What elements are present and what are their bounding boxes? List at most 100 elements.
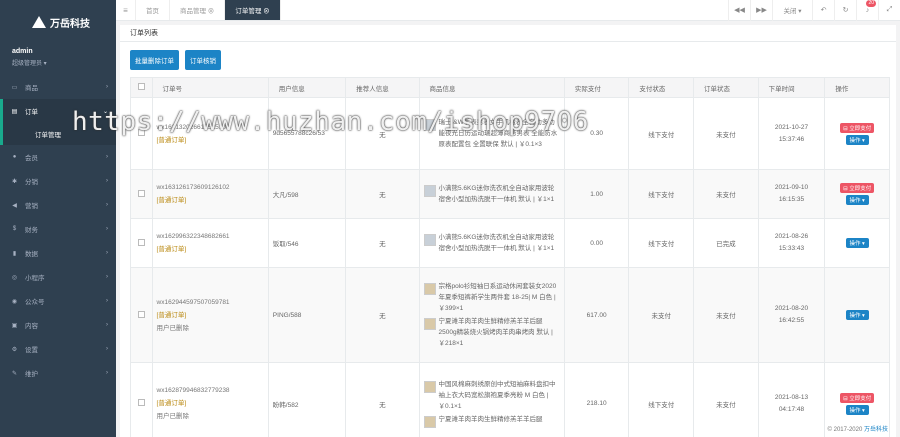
referrer-cell: 无 xyxy=(345,267,420,363)
date-cell: 2021-08-13 04:17:48 xyxy=(757,362,826,437)
col-order-no: 订单号 xyxy=(151,77,269,98)
close-tabs-button[interactable]: 关闭 ▾ xyxy=(772,0,812,21)
back-icon[interactable]: ↶ xyxy=(812,0,834,21)
referrer-cell: 无 xyxy=(345,97,420,170)
col-actions: 操作 xyxy=(824,77,890,98)
pay-now-button[interactable]: ⊟ 立即支付 xyxy=(840,392,875,403)
goods-text: 宁夏滩羊肉羊肉生鲜精修羔羊羊后腿2500g精装烧火锅烤肉羊肉串烤肉 默认 | ￥… xyxy=(438,318,553,347)
refresh-icon[interactable]: ↻ xyxy=(834,0,856,21)
goods-thumbnail xyxy=(423,318,436,330)
pay-now-button[interactable]: ⊟ 立即支付 xyxy=(840,183,875,193)
goods-item[interactable]: 小满熊5.6KG迷你洗衣机全自动家用波轮宿舍小型加热洗脱干一体机 默认 | ￥1… xyxy=(423,183,560,205)
wechat-icon: ◉ xyxy=(11,298,18,305)
sidebar-item-0[interactable]: ▭ 商品 › xyxy=(0,75,116,99)
batch-delete-button[interactable]: 批量删除订单 xyxy=(130,50,179,70)
fullscreen-icon[interactable]: ⤢ xyxy=(878,0,900,21)
select-all-checkbox[interactable] xyxy=(130,77,153,98)
goods-text: 宁夏滩羊肉羊肉生鲜精修羔羊羊后腿 xyxy=(438,416,543,423)
order-note: 用户已删除 xyxy=(156,324,190,332)
col-amount: 实际支付 xyxy=(563,77,630,98)
sidebar-item-2[interactable]: ● 会员 › xyxy=(0,145,116,169)
table-row[interactable]: wx162944597507059781 [普通订单] 用户已删除 PING/588 无… xyxy=(130,267,890,363)
col-user: 用户信息 xyxy=(267,77,347,98)
menu-toggle-icon[interactable]: ≡ xyxy=(116,0,136,20)
date-cell: 2021-08-26 15:33:43 xyxy=(757,218,826,268)
sidebar-item-label: 财务 xyxy=(25,227,38,234)
sidebar-item-6[interactable]: ▮ 数据 › xyxy=(0,241,116,265)
sidebar-item-10[interactable]: ⚙ 设置 › xyxy=(0,337,116,361)
amount-cell: 617.00 xyxy=(563,267,630,363)
sidebar-item-8[interactable]: ◉ 公众号 › xyxy=(0,289,116,313)
sidebar-item-9[interactable]: ▣ 内容 › xyxy=(0,313,116,337)
page-title: 订单列表 xyxy=(120,25,896,42)
pay-status-cell: 线下支付 xyxy=(628,218,695,268)
row-checkbox[interactable] xyxy=(130,169,153,219)
goods-item[interactable]: 中国风棉麻刺绣原创中式短袖麻料盘扣中袖上衣大码宽松旗袍夏季亮粉 M 白色 | ￥… xyxy=(423,379,560,412)
table-row[interactable]: wx163132026612525100 [普通订单] 9d5655788c26/5… xyxy=(130,97,890,170)
chevron-right-icon: › xyxy=(106,370,108,376)
share-icon: ✱ xyxy=(11,178,18,185)
notification-icon[interactable]: ♪ 20 xyxy=(856,0,878,21)
date-cell: 2021-10-27 15:37:46 xyxy=(757,97,826,170)
user-cell: 饭取/546 xyxy=(267,218,347,268)
brand-name: 万岳科技 xyxy=(50,18,90,30)
table-row[interactable]: wx162879946832779238 [普通订单] 用户已删除 盼韩/582 无中国… xyxy=(130,362,890,437)
user-profile[interactable]: admin 超级管理员 ▾ xyxy=(0,44,116,75)
top-bar: ≡ 首页 商品管理 ⊗ 订单管理 ⊗ ◀◀ ▶▶ 关闭 ▾ ↶ ↻ ♪ 20 ⤢ xyxy=(116,0,900,21)
sidebar-item-label: 订单 xyxy=(25,109,38,116)
col-order-status: 订单状态 xyxy=(693,77,759,98)
sidebar-item-3[interactable]: ✱ 分销 › xyxy=(0,169,116,193)
goods-item[interactable]: 宁夏滩羊肉羊肉生鲜精修羔羊羊后腿 xyxy=(423,414,560,428)
user-role[interactable]: 超级管理员 ▾ xyxy=(12,58,104,67)
order-status-cell: 未支付 xyxy=(693,362,759,437)
row-checkbox[interactable] xyxy=(130,97,153,170)
goods-item[interactable]: 瑞士I&W手表男表女手机械表全自动多功能夜光日历运动瑞超薄商务男表 全能防水原表… xyxy=(423,117,560,150)
tab-goods[interactable]: 商品管理 ⊗ xyxy=(170,0,226,20)
order-no-cell: wx162879946832779238 [普通订单] 用户已删除 xyxy=(151,362,269,437)
goods-text: 中国风棉麻刺绣原创中式短袖麻料盘扣中袖上衣大码宽松旗袍夏季亮粉 M 白色 | ￥… xyxy=(438,381,556,410)
goods-item[interactable]: 小满熊5.6KG迷你洗衣机全自动家用波轮宿舍小型加热洗脱干一体机 默认 | ￥1… xyxy=(423,232,560,254)
monitor-icon: ▭ xyxy=(11,84,18,91)
footer-brand[interactable]: 万岳科技 xyxy=(864,427,888,433)
pay-now-button[interactable]: ⊟ 立即支付 xyxy=(840,122,875,133)
sidebar-item-7[interactable]: ◎ 小程序 › xyxy=(0,265,116,289)
operate-dropdown-button[interactable]: 操作 ▾ xyxy=(845,134,869,145)
goods-cell: 瑞士I&W手表男表女手机械表全自动多功能夜光日历运动瑞超薄商务男表 全能防水原表… xyxy=(418,97,565,170)
chevron-right-icon: › xyxy=(106,226,108,232)
col-pay-status: 支付状态 xyxy=(628,77,695,98)
operate-dropdown-button[interactable]: 操作 ▾ xyxy=(845,310,869,320)
table-row[interactable]: wx162996322348682661 [普通订单] 饭取/546 无小满熊5.6K… xyxy=(130,218,890,268)
operate-dropdown-button[interactable]: 操作 ▾ xyxy=(845,195,869,205)
col-goods: 商品信息 xyxy=(418,77,565,98)
date-cell: 2021-08-20 16:42:55 xyxy=(757,267,826,363)
order-type: [普通订单] xyxy=(156,400,187,407)
table-row[interactable]: wx163126173609126102 [普通订单] 大凡/598 无小满熊5.6K… xyxy=(130,169,890,219)
row-checkbox[interactable] xyxy=(130,362,153,437)
row-checkbox[interactable] xyxy=(130,267,153,363)
goods-item[interactable]: 宁夏滩羊肉羊肉生鲜精修羔羊羊后腿2500g精装烧火锅烤肉羊肉串烤肉 默认 | ￥… xyxy=(423,316,560,349)
sidebar-item-4[interactable]: ◀ 营销 › xyxy=(0,193,116,217)
user-cell: 9d5655788c26/53 xyxy=(267,97,347,170)
scroll-left-icon[interactable]: ◀◀ xyxy=(728,0,750,21)
row-checkbox[interactable] xyxy=(130,218,153,268)
referrer-cell: 无 xyxy=(345,169,420,219)
logo-icon xyxy=(32,16,46,28)
operate-dropdown-button[interactable]: 操作 ▾ xyxy=(845,238,869,248)
operate-dropdown-button[interactable]: 操作 ▾ xyxy=(845,404,869,415)
tab-orders[interactable]: 订单管理 ⊗ xyxy=(225,0,281,20)
goods-cell: 中国风棉麻刺绣原创中式短袖麻料盘扣中袖上衣大码宽松旗袍夏季亮粉 M 白色 | ￥… xyxy=(418,362,565,437)
brand-logo[interactable]: 万岳科技 xyxy=(0,0,116,44)
sidebar-item-11[interactable]: ✎ 维护 › xyxy=(0,361,116,385)
order-type: [普通订单] xyxy=(156,136,187,144)
scroll-right-icon[interactable]: ▶▶ xyxy=(750,0,772,21)
sidebar-subitem-order-manage[interactable]: 订单管理 xyxy=(0,123,116,145)
goods-item[interactable]: 宗格polo衫短袖日系运动休闲套装女2020年夏季短裤新学生两件套 18-25|… xyxy=(423,281,560,314)
order-icon: ▤ xyxy=(11,108,18,115)
tab-home[interactable]: 首页 xyxy=(136,0,170,20)
sidebar-item-5[interactable]: $ 财务 › xyxy=(0,217,116,241)
order-verify-button[interactable]: 订单核销 xyxy=(185,50,221,70)
chevron-right-icon: › xyxy=(106,250,108,256)
user-cell: 盼韩/582 xyxy=(267,362,347,437)
goods-thumbnail xyxy=(423,381,436,393)
sidebar-item-1[interactable]: ▤ 订单 ⌄ xyxy=(0,99,116,123)
